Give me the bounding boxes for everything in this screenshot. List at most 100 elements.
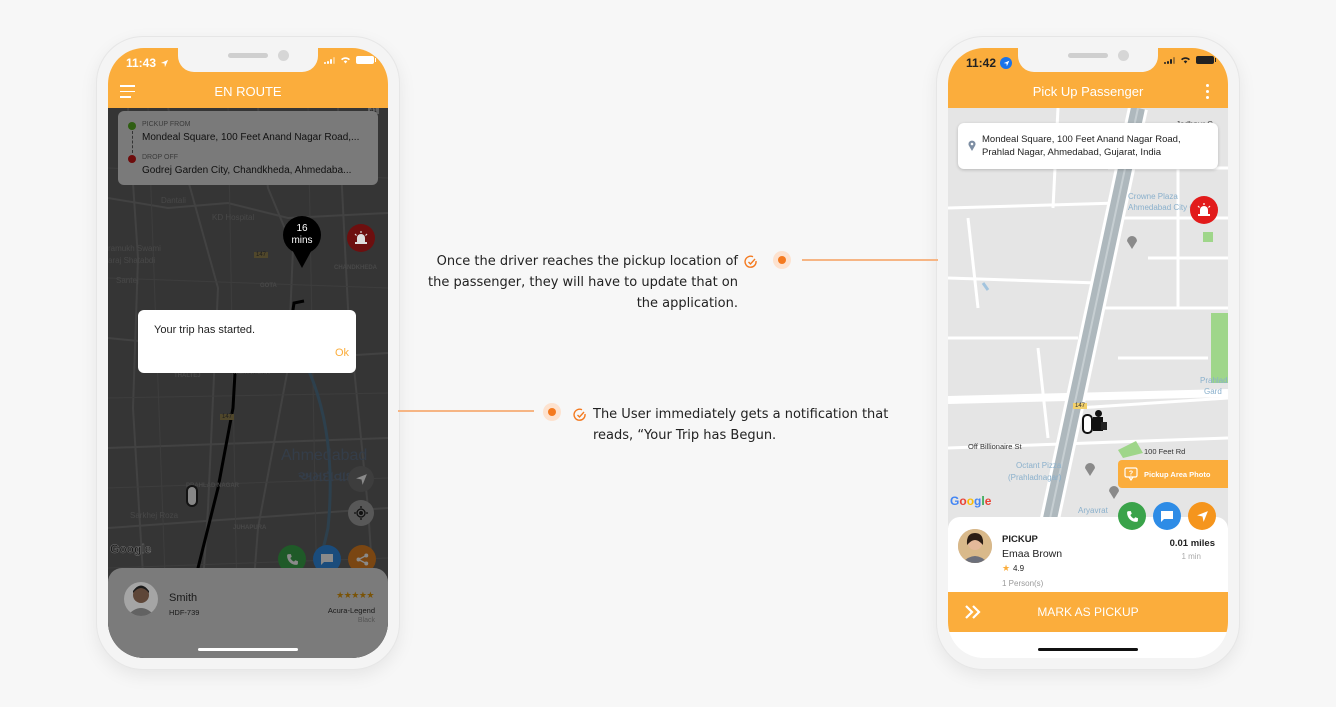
eta-pin: 16 mins xyxy=(283,216,323,276)
restaurant-pin-icon xyxy=(1085,463,1095,476)
navigate-button[interactable] xyxy=(348,466,374,492)
signal-icon xyxy=(1164,56,1175,64)
location-icon xyxy=(1000,57,1013,69)
pickup-label: PICKUP xyxy=(1002,534,1038,545)
pickup-area-photo-button[interactable]: ? Pickup Area Photo xyxy=(1118,460,1228,488)
map-label: (Prahladnagar) xyxy=(1008,473,1062,482)
route-card: PICKUP FROM Mondeal Square, 100 Feet Ana… xyxy=(118,111,378,185)
status-icons xyxy=(324,56,376,64)
mark-as-pickup-label: MARK AS PICKUP xyxy=(1037,605,1139,619)
driver-avatar xyxy=(124,582,158,616)
annotation-line: Once the driver reaches the pickup locat… xyxy=(436,254,738,269)
map-label: Off Billionaire St xyxy=(968,442,1022,451)
trip-started-dialog: Your trip has started. Ok xyxy=(138,310,356,373)
menu-icon[interactable] xyxy=(120,85,135,98)
connector-line xyxy=(802,259,938,261)
status-time: 11:42 xyxy=(966,56,1013,70)
phone-notch xyxy=(178,48,318,72)
check-circle-icon xyxy=(744,255,757,268)
passenger-name: Emaa Brown xyxy=(1002,548,1063,560)
siren-icon xyxy=(1197,203,1211,216)
phone-pickup-passenger: 11:42 Pick Up Passenger Crowne Plaza Ahm… xyxy=(937,37,1239,669)
speaker xyxy=(1068,53,1108,58)
address-line-2: Prahlad Nagar, Ahmedabad, Gujarat, India xyxy=(982,146,1162,158)
annotation-line: the passenger, they will have to update … xyxy=(428,275,738,290)
hotel-pin-icon xyxy=(1127,236,1137,249)
navigate-icon xyxy=(355,473,367,485)
dialog-ok-button[interactable]: Ok xyxy=(335,347,349,359)
car-color: Black xyxy=(357,617,375,624)
dropoff-address: Godrej Garden City, Chandkheda, Ahmedaba… xyxy=(142,165,352,176)
pickup-address: Mondeal Square, 100 Feet Anand Nagar Roa… xyxy=(142,132,360,143)
phone-icon xyxy=(1126,510,1138,522)
status-time: 11:43 xyxy=(126,56,169,70)
location-arrow-icon xyxy=(160,59,169,67)
car-with-passenger-icon xyxy=(1082,410,1108,436)
speaker xyxy=(228,53,268,58)
star-icon: ★ xyxy=(1002,563,1011,573)
google-logo: Google xyxy=(110,542,152,557)
pickup-address-card: Mondeal Square, 100 Feet Anand Nagar Roa… xyxy=(958,123,1218,169)
annotation-line: The User immediately gets a notification… xyxy=(593,407,889,422)
help-bubble-icon: ? xyxy=(1124,467,1138,481)
share-icon xyxy=(356,553,368,565)
map-label: 100 Feet Rd xyxy=(1144,447,1186,456)
eta-value: 16 xyxy=(296,223,308,234)
connector-line xyxy=(398,410,534,412)
sos-button[interactable] xyxy=(1190,196,1218,224)
driver-name: Smith xyxy=(169,592,198,604)
mark-as-pickup-button[interactable]: MARK AS PICKUP xyxy=(948,592,1228,632)
chat-icon xyxy=(321,553,333,565)
dialog-message: Your trip has started. xyxy=(154,324,256,336)
road-shield: 147 xyxy=(1073,403,1088,409)
distance-value: 0.01 miles xyxy=(1169,538,1215,549)
phone-notch xyxy=(1018,48,1158,72)
passenger-rating: 4.9 xyxy=(1013,564,1025,573)
call-button[interactable] xyxy=(1118,502,1146,530)
map-label: Aryavrat xyxy=(1078,506,1108,515)
car-model: Acura-Legend xyxy=(327,606,375,615)
locate-button[interactable] xyxy=(348,500,374,526)
svg-text:?: ? xyxy=(1129,470,1133,477)
home-indicator xyxy=(1038,648,1138,651)
home-indicator xyxy=(198,648,298,651)
pickup-dot-icon xyxy=(128,122,136,130)
camera xyxy=(1118,50,1129,61)
location-pin-icon xyxy=(968,140,976,151)
more-options-icon[interactable] xyxy=(1206,84,1210,99)
wifi-icon xyxy=(1181,57,1190,64)
navigate-button[interactable] xyxy=(1188,502,1216,530)
marker-dot xyxy=(543,403,561,421)
status-icons xyxy=(1164,56,1216,64)
app-bar: Pick Up Passenger xyxy=(948,74,1228,108)
map-label: Octant Pizza xyxy=(1016,461,1062,470)
time-value: 1 min xyxy=(1181,552,1201,561)
double-chevron-right-icon xyxy=(965,605,981,619)
navigate-icon xyxy=(1196,510,1208,522)
address-line-1: Mondeal Square, 100 Feet Anand Nagar Roa… xyxy=(982,134,1181,145)
route-connector xyxy=(131,131,133,153)
battery-icon xyxy=(1196,56,1216,64)
time-text: 11:42 xyxy=(966,56,997,70)
page-title: Pick Up Passenger xyxy=(1032,83,1144,99)
dropoff-label: DROP OFF xyxy=(142,154,179,161)
message-button[interactable] xyxy=(1153,502,1181,530)
locate-icon xyxy=(354,506,368,520)
phone-icon xyxy=(286,553,298,565)
signal-icon xyxy=(324,56,335,64)
page-title: EN ROUTE xyxy=(214,83,282,99)
annotation-notification: The User immediately gets a notification… xyxy=(593,404,888,446)
annotation-line: the application. xyxy=(636,296,738,311)
passenger-count: 1 Person(s) xyxy=(1002,579,1044,588)
passenger-panel: PICKUP Emaa Brown ★ 4.9 1 Person(s) 0.01… xyxy=(948,517,1228,658)
phone-screen: 11:43 EN ROUTE Dantali KD Hospital ramuk… xyxy=(108,48,388,658)
annotation-line: reads, “Your Trip has Begun. xyxy=(593,428,777,443)
pickup-area-photo-label: Pickup Area Photo xyxy=(1144,469,1211,479)
driver-plate: HDF-739 xyxy=(169,608,200,617)
map-label: Gard xyxy=(1204,387,1222,396)
dropoff-dot-icon xyxy=(128,155,136,163)
camera xyxy=(278,50,289,61)
sos-button[interactable] xyxy=(347,224,375,252)
pickup-label: PICKUP FROM xyxy=(142,121,191,128)
annotation-pickup: Once the driver reaches the pickup locat… xyxy=(418,251,738,314)
